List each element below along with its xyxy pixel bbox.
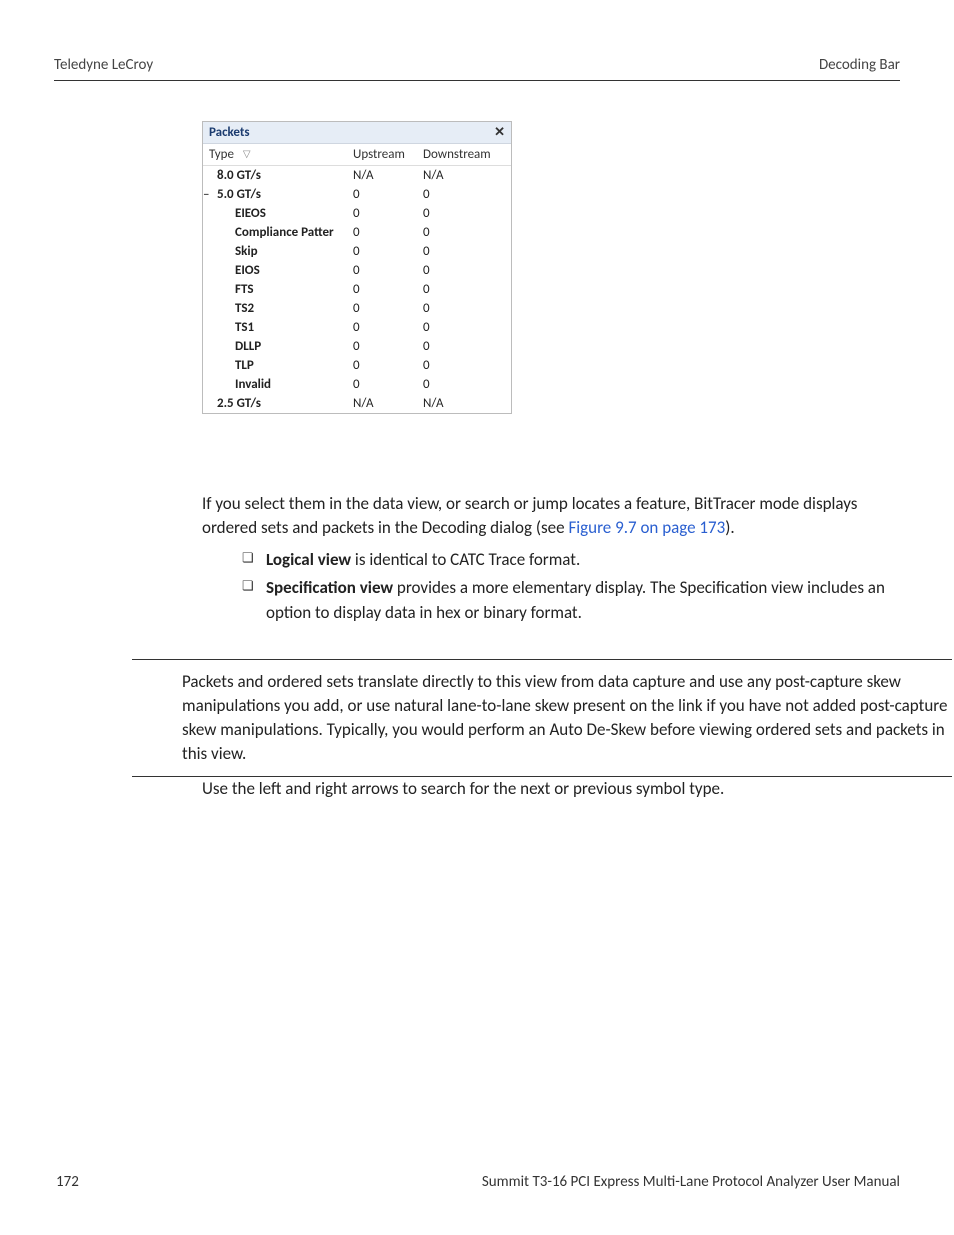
table-row[interactable]: Compliance Patter 00 (203, 223, 511, 242)
row-downstream: 0 (423, 301, 505, 316)
table-row[interactable]: EIEOS 00 (203, 204, 511, 223)
page-footer: 172 Summit T3-16 PCI Express Multi-Lane … (56, 1173, 900, 1191)
close-icon[interactable]: ✕ (494, 125, 505, 140)
table-row[interactable]: 8.0 GT/s N/AN/A (203, 166, 511, 185)
footer-title: Summit T3-16 PCI Express Multi-Lane Prot… (482, 1173, 900, 1191)
col-type[interactable]: Type ▽ (209, 147, 353, 162)
note-box: Packets and ordered sets translate direc… (132, 659, 952, 778)
page-number: 172 (56, 1173, 79, 1191)
table-row[interactable]: 2.5 GT/s N/AN/A (203, 394, 511, 413)
table-row[interactable]: 5.0 GT/s 00 (203, 185, 511, 204)
bullet1-rest: is identical to CATC Trace format. (351, 549, 580, 570)
table-row[interactable]: TS2 00 (203, 299, 511, 318)
intro-text-1: If you select them in the data view, or … (202, 493, 857, 538)
row-upstream: 0 (353, 339, 423, 354)
table-row[interactable]: EIOS 00 (203, 261, 511, 280)
row-upstream: 0 (353, 225, 423, 240)
after-note-text: Use the left and right arrows to search … (202, 778, 724, 799)
row-label: DLLP (209, 339, 261, 354)
row-label: 8.0 GT/s (209, 168, 261, 183)
row-label: 5.0 GT/s (209, 187, 261, 202)
row-downstream: 0 (423, 282, 505, 297)
row-upstream: 0 (353, 263, 423, 278)
col-type-label: Type (209, 147, 234, 162)
intro-text-2: ). (725, 517, 734, 538)
row-downstream: 0 (423, 244, 505, 259)
bullet-specification-view: Specification view provides a more eleme… (242, 576, 902, 624)
row-upstream: 0 (353, 377, 423, 392)
row-upstream: 0 (353, 244, 423, 259)
table-row[interactable]: Skip 00 (203, 242, 511, 261)
row-downstream: 0 (423, 206, 505, 221)
row-upstream: N/A (353, 168, 423, 183)
row-label: TS2 (209, 301, 254, 316)
body-text: If you select them in the data view, or … (202, 492, 902, 801)
row-label: TLP (209, 358, 254, 373)
bullet1-bold: Logical view (266, 549, 351, 570)
bullet-logical-view: Logical view is identical to CATC Trace … (242, 548, 902, 572)
row-upstream: 0 (353, 187, 423, 202)
table-row[interactable]: TS1 00 (203, 318, 511, 337)
row-label: EIOS (209, 263, 260, 278)
after-note-paragraph: Use the left and right arrows to search … (202, 777, 902, 801)
row-label: Invalid (209, 377, 271, 392)
row-upstream: N/A (353, 396, 423, 411)
intro-paragraph: If you select them in the data view, or … (202, 492, 902, 540)
header-right: Decoding Bar (819, 56, 900, 74)
header-left: Teledyne LeCroy (54, 56, 153, 74)
row-downstream: N/A (423, 396, 505, 411)
sort-desc-icon: ▽ (243, 147, 251, 160)
table-row[interactable]: FTS 00 (203, 280, 511, 299)
row-label: 2.5 GT/s (209, 396, 261, 411)
row-label: FTS (209, 282, 253, 297)
row-upstream: 0 (353, 282, 423, 297)
row-label: Compliance Patter (209, 225, 334, 240)
table-row[interactable]: TLP 00 (203, 356, 511, 375)
panel-column-header: Type ▽ Upstream Downstream (203, 144, 511, 166)
row-downstream: 0 (423, 339, 505, 354)
row-downstream: 0 (423, 377, 505, 392)
row-upstream: 0 (353, 206, 423, 221)
col-downstream[interactable]: Downstream (423, 147, 505, 162)
bullet2-bold: Specification view (266, 577, 393, 598)
row-upstream: 0 (353, 320, 423, 335)
page-header: Teledyne LeCroy Decoding Bar (54, 56, 900, 81)
row-label: TS1 (209, 320, 254, 335)
row-downstream: 0 (423, 187, 505, 202)
row-label: Skip (209, 244, 258, 259)
row-downstream: 0 (423, 358, 505, 373)
row-upstream: 0 (353, 301, 423, 316)
row-downstream: 0 (423, 263, 505, 278)
note-text: Packets and ordered sets translate direc… (182, 671, 947, 764)
packets-panel: Packets ✕ Type ▽ Upstream Downstream 8.0… (202, 121, 512, 414)
row-downstream: 0 (423, 320, 505, 335)
row-downstream: 0 (423, 225, 505, 240)
row-downstream: N/A (423, 168, 505, 183)
figure-link[interactable]: Figure 9.7 on page 173 (568, 517, 725, 538)
row-label: EIEOS (209, 206, 266, 221)
table-row[interactable]: Invalid 00 (203, 375, 511, 394)
table-row[interactable]: DLLP 00 (203, 337, 511, 356)
panel-titlebar: Packets ✕ (203, 122, 511, 144)
panel-title: Packets (209, 125, 250, 140)
row-upstream: 0 (353, 358, 423, 373)
col-upstream[interactable]: Upstream (353, 147, 423, 162)
